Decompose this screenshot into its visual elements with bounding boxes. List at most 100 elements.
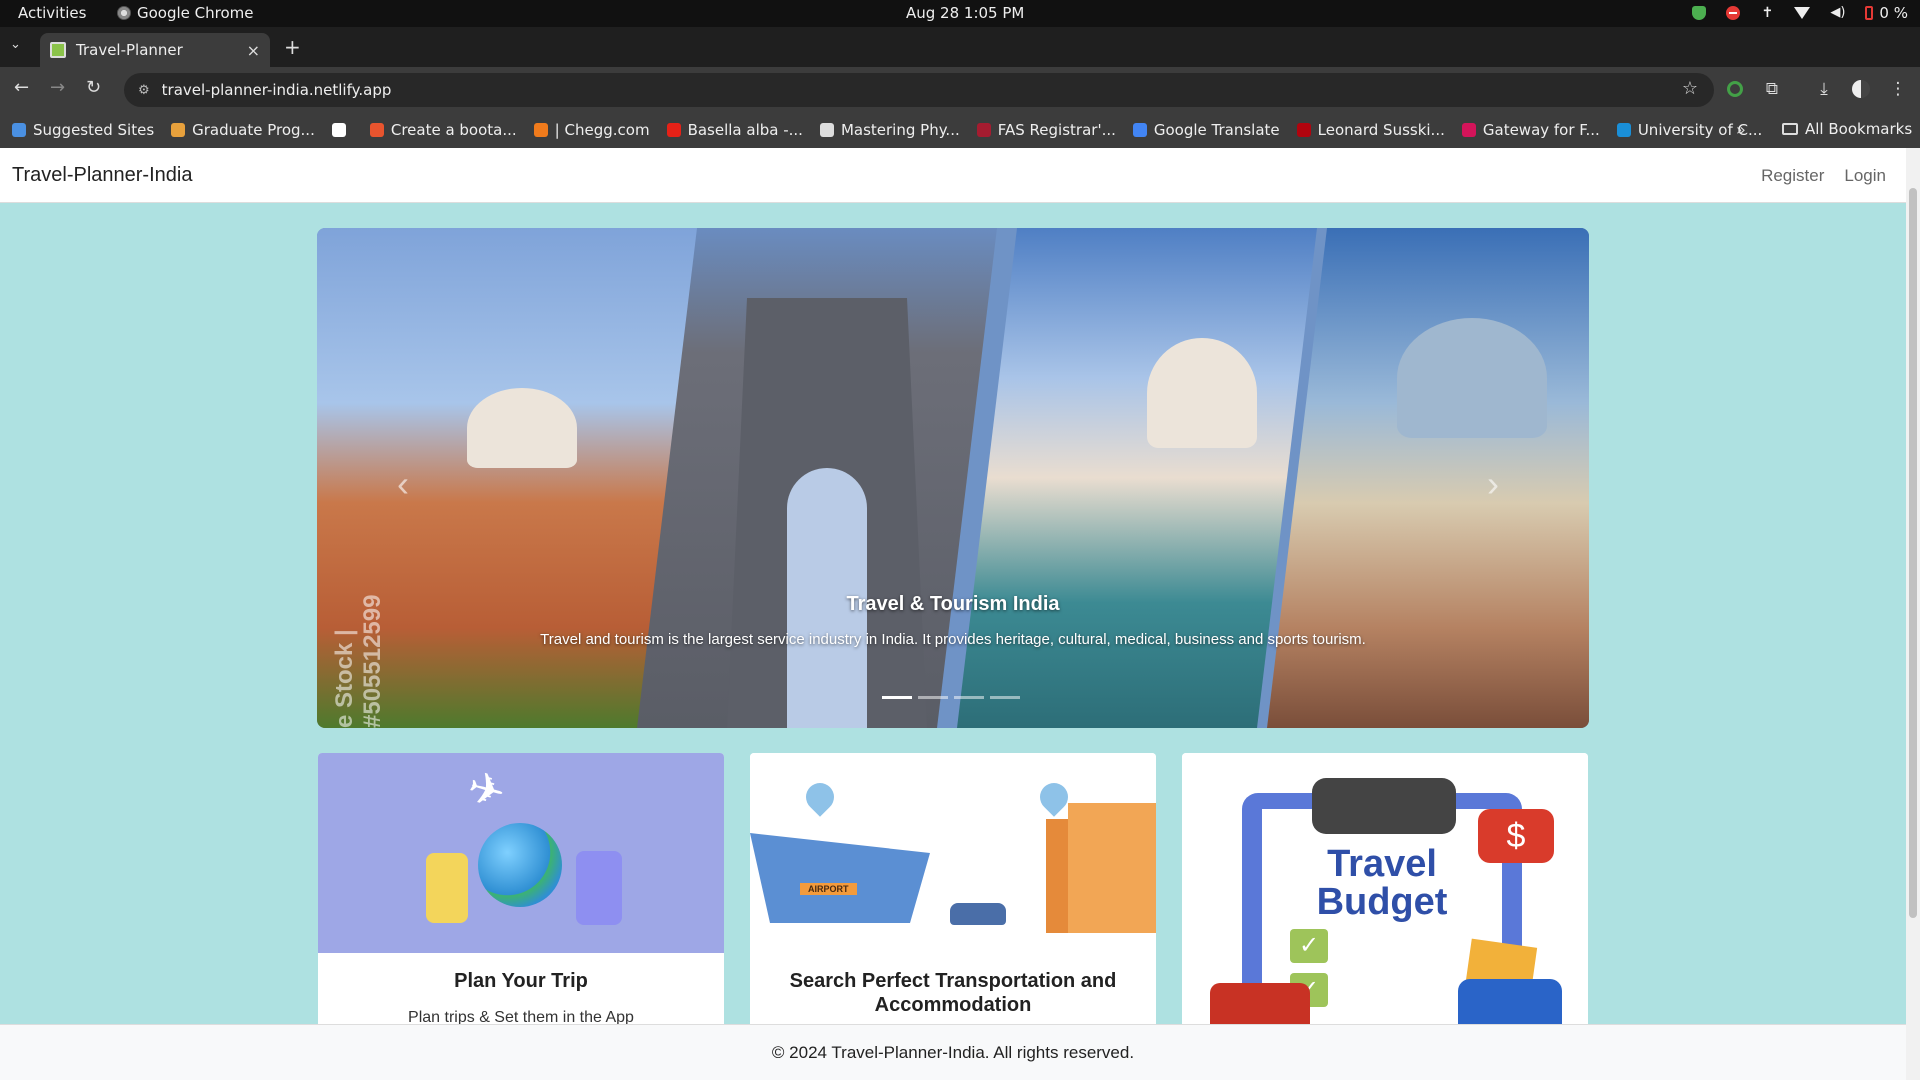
bookmark-label: | Chegg.com <box>554 121 650 139</box>
bookmark-item[interactable]: Google Translate <box>1132 121 1280 139</box>
volume-icon[interactable]: ◀) <box>1830 6 1845 20</box>
bookmark-favicon-icon <box>171 123 186 137</box>
bookmark-favicon-icon <box>976 123 991 137</box>
bookmark-label: Google Translate <box>1153 121 1280 139</box>
battery-icon[interactable] <box>1865 6 1874 20</box>
bookmarks-overflow-icon[interactable]: » <box>1736 120 1746 139</box>
all-bookmarks-label: All Bookmarks <box>1805 120 1913 138</box>
image-watermark: e Stock | #505512599 <box>331 594 386 728</box>
battery-level: 0 % <box>1879 4 1908 22</box>
profile-avatar[interactable] <box>1852 80 1870 98</box>
reload-icon[interactable]: ↻ <box>86 77 101 98</box>
bookmark-favicon-icon <box>819 123 834 137</box>
yellow-suitcase-icon <box>426 853 468 923</box>
dollar-icon: $ <box>1478 809 1554 863</box>
extensions-puzzle-icon[interactable]: ⧉ <box>1762 79 1782 99</box>
location-pin-icon <box>800 777 840 817</box>
bookmark-favicon-icon <box>666 123 681 137</box>
tab-title: Travel-Planner <box>76 41 183 59</box>
folder-icon <box>1782 123 1798 135</box>
dome-shape <box>467 388 577 468</box>
menu-kebab-icon[interactable]: ⋮ <box>1888 79 1908 99</box>
carousel-caption: Travel & Tourism India Travel and touris… <box>517 593 1389 652</box>
tab-strip: ⌄ Travel-Planner × + <box>0 27 1920 67</box>
tab-travel-planner[interactable]: Travel-Planner × <box>40 33 270 67</box>
address-bar[interactable]: ⚙ travel-planner-india.netlify.app ☆ <box>124 73 1714 107</box>
transport-image: AIRPORT <box>750 753 1156 953</box>
bookmark-item[interactable]: Gateway for F... <box>1461 121 1600 139</box>
tab-search-icon[interactable]: ⌄ <box>10 37 21 52</box>
url-text[interactable]: travel-planner-india.netlify.app <box>162 81 392 99</box>
bookmark-favicon-icon <box>533 123 548 137</box>
page-scrollbar[interactable] <box>1906 148 1920 1080</box>
hero-carousel[interactable]: e Stock | #505512599 ‹ › Travel & Touris… <box>317 228 1589 728</box>
login-link[interactable]: Login <box>1844 166 1886 186</box>
bookmark-favicon-icon <box>1132 123 1147 137</box>
bookmark-item[interactable]: | Chegg.com <box>533 121 650 139</box>
chhatri-dome-shape <box>1397 318 1547 438</box>
back-icon[interactable]: ← <box>14 77 29 98</box>
extension-icon[interactable] <box>1727 81 1743 97</box>
bookmark-favicon-icon <box>331 123 346 137</box>
bookmark-favicon-icon <box>1461 123 1476 137</box>
bookmark-item[interactable]: Mastering Phy... <box>819 121 960 139</box>
site-footer: © 2024 Travel-Planner-India. All rights … <box>0 1024 1906 1080</box>
carousel-prev-icon[interactable]: ‹ <box>397 463 409 505</box>
carousel-next-icon[interactable]: › <box>1487 463 1499 505</box>
bookmark-label: Basella alba -... <box>687 121 803 139</box>
system-tray[interactable]: ✝ ◀) 0 % <box>1692 4 1908 22</box>
carousel-indicator[interactable] <box>918 696 948 699</box>
airplane-icon: ✈ <box>462 762 511 819</box>
carousel-slide-india-gate <box>637 228 997 728</box>
chrome-icon <box>117 6 131 20</box>
check-icon: ✓ <box>1290 929 1328 963</box>
card-title: Search Perfect Transportation and Accomm… <box>789 970 1117 1016</box>
card-title: Plan Your Trip <box>454 970 588 992</box>
site-info-icon[interactable]: ⚙ <box>138 83 150 98</box>
bookmark-favicon-icon <box>369 123 384 137</box>
new-tab-button[interactable]: + <box>284 35 301 59</box>
carousel-indicator[interactable] <box>990 696 1020 699</box>
bookmark-star-icon[interactable]: ☆ <box>1682 78 1698 99</box>
purple-suitcase-icon <box>576 851 622 925</box>
carousel-indicators <box>882 696 1020 699</box>
bookmark-label: Leonard Susski... <box>1317 121 1445 139</box>
bookmark-item[interactable]: FAS Registrar'... <box>976 121 1116 139</box>
site-navbar: Travel-Planner-India Register Login <box>0 148 1906 203</box>
airport-building-shape <box>750 833 930 923</box>
scrollbar-thumb[interactable] <box>1909 188 1917 918</box>
bookmark-item[interactable]: Create a boota... <box>369 121 517 139</box>
download-icon[interactable]: ⤓ <box>1814 79 1834 99</box>
globe-icon <box>478 823 562 907</box>
do-not-disturb-icon[interactable] <box>1726 6 1741 20</box>
app-name: Google Chrome <box>137 4 254 22</box>
bookmark-label: FAS Registrar'... <box>997 121 1116 139</box>
carousel-indicator[interactable] <box>882 696 912 699</box>
bookmark-item[interactable]: Suggested Sites <box>12 121 154 139</box>
activities-button[interactable]: Activities <box>18 4 86 22</box>
bookmark-item[interactable]: Graduate Prog... <box>171 121 315 139</box>
shield-icon[interactable] <box>1692 6 1707 20</box>
all-bookmarks-button[interactable]: All Bookmarks <box>1782 120 1912 138</box>
accessibility-icon[interactable]: ✝ <box>1760 6 1774 20</box>
plan-trip-image: ✈ <box>318 753 724 953</box>
caption-text: Travel and tourism is the largest servic… <box>540 631 1366 648</box>
carousel-indicator[interactable] <box>954 696 984 699</box>
bookmark-label: Suggested Sites <box>33 121 155 139</box>
bookmark-item[interactable]: Basella alba -... <box>666 121 803 139</box>
car-icon <box>950 903 1006 925</box>
taj-dome-shape <box>1147 338 1257 448</box>
bookmark-favicon-icon <box>12 123 26 137</box>
os-top-bar: Activities Google Chrome Aug 28 1:05 PM … <box>0 0 1920 27</box>
browser-toolbar: ← → ↻ ⚙ travel-planner-india.netlify.app… <box>0 67 1920 112</box>
bookmark-item[interactable]: Leonard Susski... <box>1296 121 1445 139</box>
app-menu[interactable]: Google Chrome <box>117 4 254 22</box>
bookmark-item[interactable] <box>331 123 353 137</box>
register-link[interactable]: Register <box>1761 166 1824 186</box>
site-brand[interactable]: Travel-Planner-India <box>12 164 192 187</box>
forward-icon[interactable]: → <box>50 77 65 98</box>
clock[interactable]: Aug 28 1:05 PM <box>906 4 1024 22</box>
close-tab-icon[interactable]: × <box>247 41 260 60</box>
bookmark-label: Graduate Prog... <box>192 121 315 139</box>
wifi-icon[interactable] <box>1794 7 1811 19</box>
